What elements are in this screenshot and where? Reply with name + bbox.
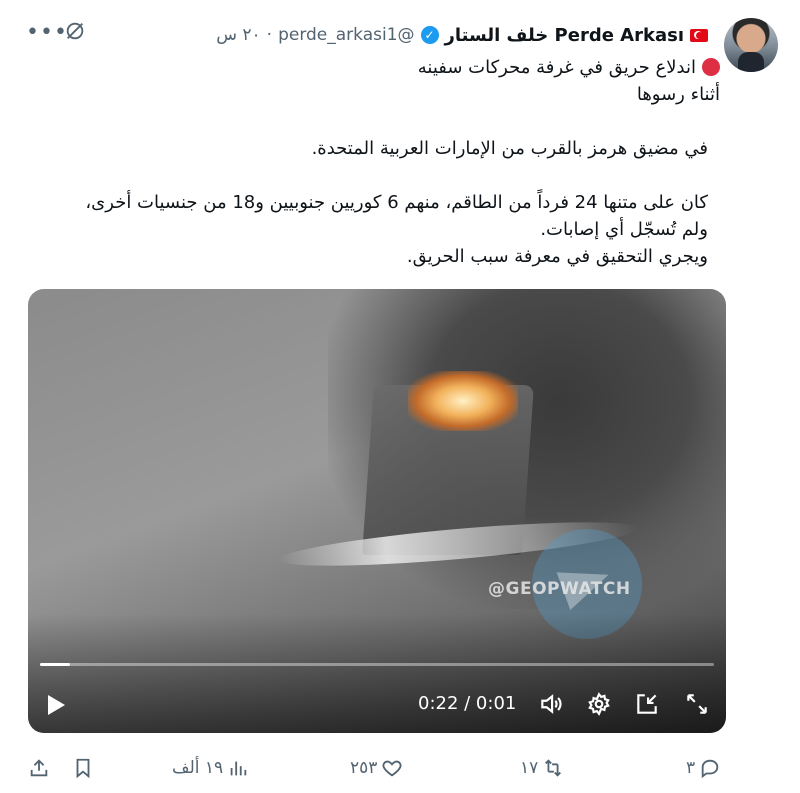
verified-badge-icon: ✓ xyxy=(420,26,439,44)
picture-in-picture-icon[interactable] xyxy=(634,691,660,717)
video-controls: 0:22 / 0:01 xyxy=(28,687,726,723)
share-icon xyxy=(30,759,48,777)
fullscreen-icon[interactable] xyxy=(684,691,710,717)
views-count: ١٩ ألف xyxy=(172,758,224,778)
tweet: Perde Arkası خلف الستار ✓ @perde_arkasi1… xyxy=(0,0,800,793)
tweet-time[interactable]: ٢٠ س xyxy=(216,25,260,45)
tweet-line-1: اندلاع حريق في غرفة محركات سفينه xyxy=(417,57,696,78)
share-button[interactable] xyxy=(28,752,50,784)
tweet-line-3: في مضيق هرمز بالقرب من الإمارات العربية … xyxy=(311,138,708,159)
settings-gear-icon[interactable] xyxy=(586,691,612,717)
video-progress-fill xyxy=(40,663,71,666)
replies-count: ٣ xyxy=(686,758,696,778)
likes-count: ٢٥٣ xyxy=(350,758,378,778)
video-watermark: @GEOPWATCH xyxy=(488,579,631,599)
video-frame-fire xyxy=(408,371,518,431)
tweet-header: Perde Arkası خلف الستار ✓ @perde_arkasi1… xyxy=(216,22,708,48)
video-progress-bar[interactable] xyxy=(40,663,714,666)
tweet-text: اندلاع حريق في غرفة محركات سفينه أثناء ر… xyxy=(30,54,720,270)
reply-bubble-icon xyxy=(701,759,719,779)
reposts-count: ١٧ xyxy=(520,758,539,778)
like-button[interactable]: ٢٥٣ xyxy=(350,752,403,784)
views-chart-icon xyxy=(230,761,247,776)
more-options-icon[interactable]: ••• xyxy=(26,20,68,45)
heart-icon xyxy=(382,760,402,777)
red-circle-icon xyxy=(702,58,720,76)
tweet-line-6: ويجري التحقيق في معرفة سبب الحريق. xyxy=(406,246,708,267)
tweet-line-2: أثناء رسوها xyxy=(636,84,720,105)
repost-button[interactable]: ١٧ xyxy=(520,752,564,784)
play-icon[interactable] xyxy=(48,695,65,715)
repost-icon xyxy=(545,759,562,777)
separator-dot: · xyxy=(266,25,273,45)
reply-button[interactable]: ٣ xyxy=(686,752,721,784)
avatar[interactable] xyxy=(724,18,778,72)
volume-icon[interactable] xyxy=(538,691,564,717)
video-timecode: 0:22 / 0:01 xyxy=(418,693,517,714)
author-name[interactable]: Perde Arkası خلف الستار xyxy=(445,25,684,46)
turkey-flag-icon xyxy=(690,28,708,42)
author-handle[interactable]: @perde_arkasi1 xyxy=(278,25,414,45)
views-button[interactable]: ١٩ ألف xyxy=(172,752,249,784)
tweet-actions: ١٩ ألف ٢٥٣ ١٧ ٣ xyxy=(0,752,800,784)
bookmark-button[interactable] xyxy=(72,752,94,784)
video-player[interactable]: @GEOPWATCH 0:22 / 0:01 xyxy=(28,289,726,733)
tweet-line-4: كان على متنها 24 فرداً من الطاقم، منهم 6… xyxy=(85,192,708,213)
bookmark-icon xyxy=(76,758,90,779)
tweet-line-5: ولم تُسجّل أي إصابات. xyxy=(540,219,708,240)
